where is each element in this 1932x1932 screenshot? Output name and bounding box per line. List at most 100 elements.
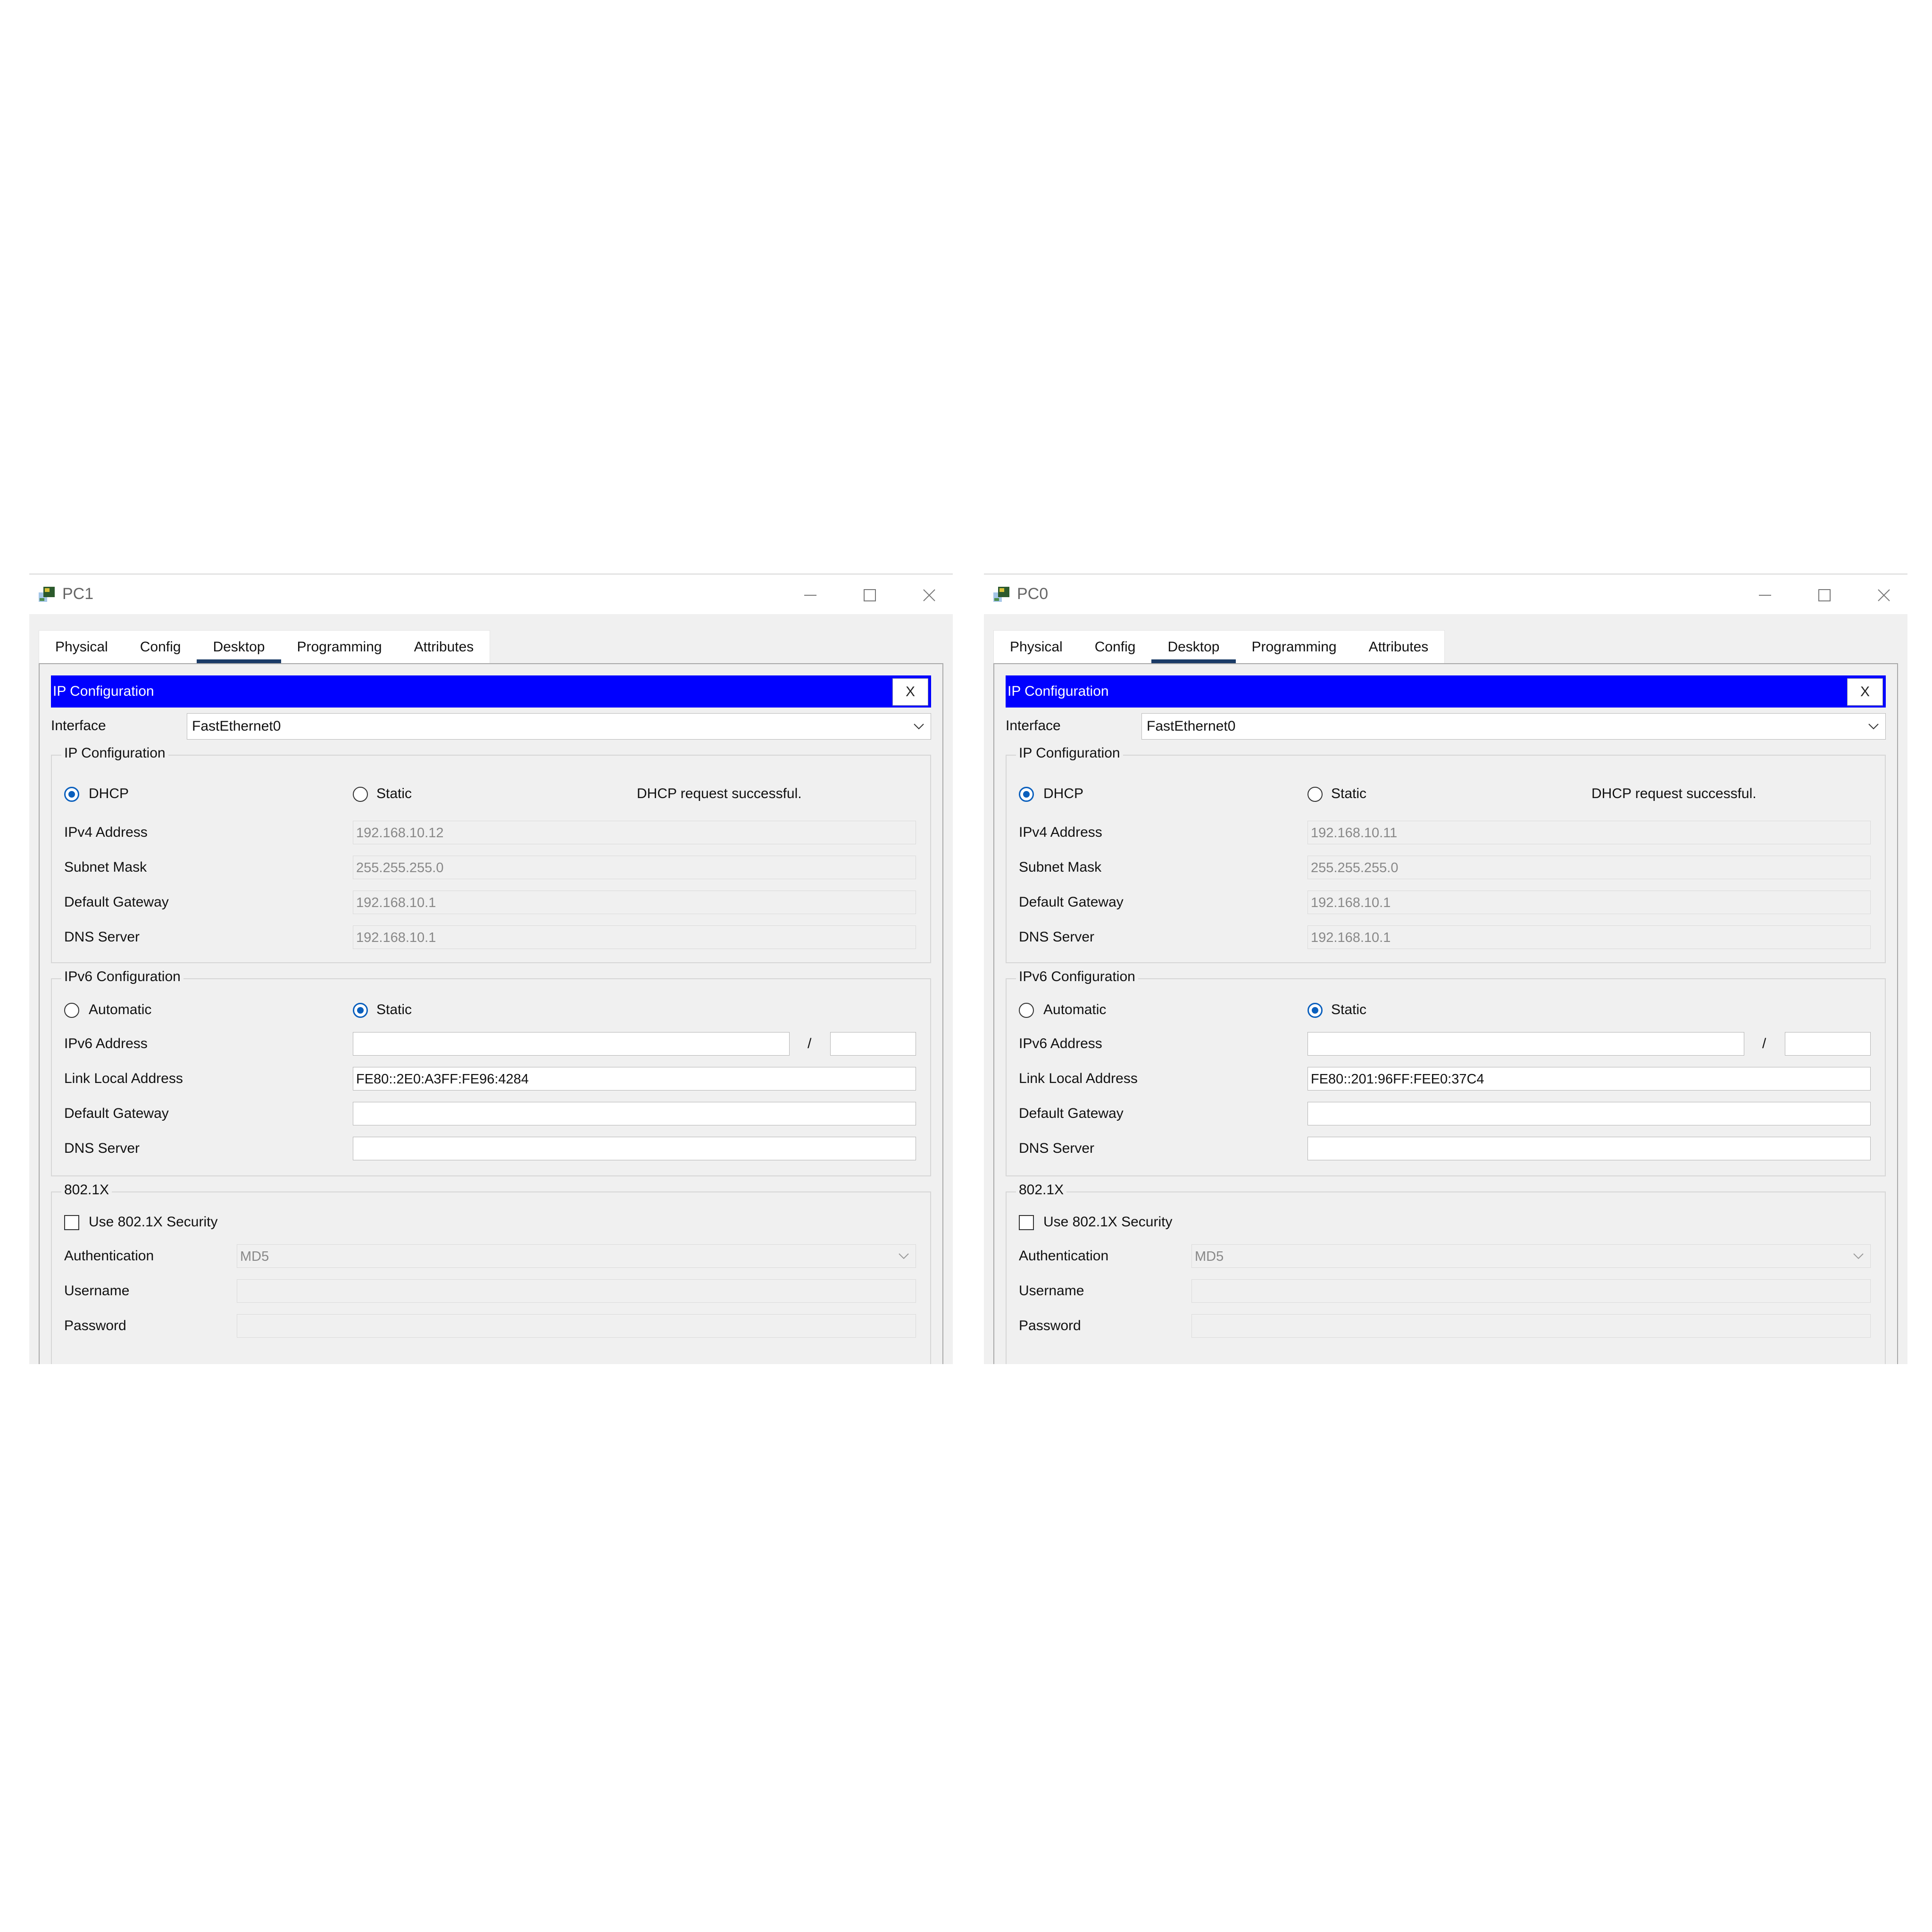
link-local-field[interactable]: FE80::2E0:A3FF:FE96:4284 bbox=[353, 1067, 916, 1091]
ipv6-address-field[interactable] bbox=[353, 1032, 790, 1056]
tab-attributes[interactable]: Attributes bbox=[398, 631, 490, 664]
ipv4-group-title: IP Configuration bbox=[1016, 745, 1123, 761]
interface-select[interactable]: FastEthernet0 bbox=[187, 713, 931, 740]
ip-config-header: IP Configuration X bbox=[1006, 675, 1886, 708]
window-title: PC1 bbox=[62, 585, 94, 603]
prefix-length-field[interactable] bbox=[830, 1032, 916, 1056]
chevron-down-icon bbox=[899, 1253, 909, 1259]
chevron-down-icon bbox=[1868, 724, 1879, 730]
dhcp-radio[interactable] bbox=[64, 787, 79, 802]
dns-server-value: 192.168.10.1 bbox=[356, 930, 436, 945]
password-field[interactable] bbox=[1191, 1314, 1871, 1338]
link-local-value: FE80::2E0:A3FF:FE96:4284 bbox=[356, 1072, 529, 1087]
ip-config-header: IP Configuration X bbox=[51, 675, 931, 708]
ipv6-dns-field[interactable] bbox=[1307, 1137, 1871, 1160]
automatic-radio[interactable] bbox=[1019, 1003, 1034, 1018]
ipv4-address-value: 192.168.10.12 bbox=[356, 825, 444, 841]
authentication-select[interactable]: MD5 bbox=[1191, 1244, 1871, 1268]
ipv6-address-field[interactable] bbox=[1307, 1032, 1744, 1056]
password-field[interactable] bbox=[237, 1314, 916, 1338]
automatic-label: Automatic bbox=[1043, 1002, 1107, 1017]
minimize-icon bbox=[1759, 595, 1771, 596]
link-local-label: Link Local Address bbox=[1019, 1071, 1138, 1086]
ipv4-address-value: 192.168.10.11 bbox=[1311, 825, 1398, 841]
minimize-icon bbox=[804, 595, 816, 596]
maximize-button[interactable] bbox=[1810, 581, 1839, 609]
minimize-button[interactable] bbox=[1751, 581, 1779, 609]
use-8021x-label: Use 802.1X Security bbox=[89, 1214, 218, 1230]
chevron-down-icon bbox=[1853, 1253, 1864, 1259]
ipv6-dns-field[interactable] bbox=[353, 1137, 916, 1160]
static-label: Static bbox=[376, 786, 412, 801]
window-body: Physical Config Desktop Programming Attr… bbox=[984, 614, 1907, 1364]
ipv6-group-title: IPv6 Configuration bbox=[1016, 969, 1138, 985]
ipv6-static-radio[interactable] bbox=[1307, 1003, 1323, 1018]
interface-select[interactable]: FastEthernet0 bbox=[1141, 713, 1886, 740]
dhcp-status: DHCP request successful. bbox=[637, 786, 802, 801]
prefix-separator: / bbox=[1762, 1036, 1766, 1051]
prefix-separator: / bbox=[808, 1036, 812, 1051]
dot1x-group: 802.1X Use 802.1X Security Authenticatio… bbox=[51, 1182, 931, 1364]
subnet-mask-field[interactable]: 255.255.255.0 bbox=[1307, 856, 1871, 879]
tab-desktop[interactable]: Desktop bbox=[197, 631, 281, 664]
window-body: Physical Config Desktop Programming Attr… bbox=[29, 614, 953, 1364]
static-radio[interactable] bbox=[1307, 787, 1323, 802]
default-gateway-field[interactable]: 192.168.10.1 bbox=[353, 891, 916, 914]
ipv6-dns-label: DNS Server bbox=[1019, 1141, 1095, 1156]
subnet-mask-field[interactable]: 255.255.255.0 bbox=[353, 856, 916, 879]
default-gateway-value: 192.168.10.1 bbox=[1311, 895, 1391, 910]
ipv6-static-radio[interactable] bbox=[353, 1003, 368, 1018]
tab-programming[interactable]: Programming bbox=[1236, 631, 1353, 664]
dot1x-group-title: 802.1X bbox=[1016, 1182, 1067, 1198]
prefix-length-field[interactable] bbox=[1785, 1032, 1871, 1056]
close-button[interactable] bbox=[1870, 581, 1898, 609]
minimize-button[interactable] bbox=[796, 581, 824, 609]
use-8021x-checkbox[interactable] bbox=[64, 1215, 79, 1230]
dhcp-status: DHCP request successful. bbox=[1591, 786, 1757, 801]
tab-physical[interactable]: Physical bbox=[994, 631, 1079, 664]
ipv6-group-title: IPv6 Configuration bbox=[61, 969, 183, 985]
panel-close-button[interactable]: X bbox=[1847, 678, 1883, 706]
dns-server-field[interactable]: 192.168.10.1 bbox=[1307, 925, 1871, 949]
ipv4-address-field[interactable]: 192.168.10.12 bbox=[353, 821, 916, 844]
authentication-select[interactable]: MD5 bbox=[237, 1244, 916, 1268]
tab-config[interactable]: Config bbox=[124, 631, 197, 664]
maximize-button[interactable] bbox=[856, 581, 884, 609]
automatic-radio[interactable] bbox=[64, 1003, 79, 1018]
use-8021x-checkbox[interactable] bbox=[1019, 1215, 1034, 1230]
title-bar[interactable]: PC0 bbox=[984, 574, 1907, 615]
panel-close-button[interactable]: X bbox=[892, 678, 928, 706]
title-bar[interactable]: PC1 bbox=[29, 574, 953, 615]
tab-physical[interactable]: Physical bbox=[39, 631, 124, 664]
dns-server-field[interactable]: 192.168.10.1 bbox=[353, 925, 916, 949]
dns-server-label: DNS Server bbox=[64, 929, 140, 945]
username-field[interactable] bbox=[237, 1279, 916, 1303]
ipv6-gateway-field[interactable] bbox=[353, 1102, 916, 1125]
tab-config[interactable]: Config bbox=[1079, 631, 1152, 664]
static-radio[interactable] bbox=[353, 787, 368, 802]
close-icon bbox=[923, 589, 935, 601]
username-label: Username bbox=[64, 1283, 130, 1299]
dhcp-label: DHCP bbox=[1043, 786, 1084, 801]
username-field[interactable] bbox=[1191, 1279, 1871, 1303]
packet-tracer-pc-icon bbox=[39, 587, 55, 602]
close-button[interactable] bbox=[915, 581, 943, 609]
ipv4-address-field[interactable]: 192.168.10.11 bbox=[1307, 821, 1871, 844]
password-label: Password bbox=[64, 1318, 126, 1333]
interface-label: Interface bbox=[51, 718, 106, 733]
ipv4-config-group: IP Configuration DHCP Static DHCP reques… bbox=[1006, 745, 1886, 963]
tab-attributes[interactable]: Attributes bbox=[1353, 631, 1445, 664]
maximize-icon bbox=[864, 589, 876, 601]
ipv6-address-label: IPv6 Address bbox=[64, 1036, 148, 1051]
desktop-content: IP Configuration X Interface FastEtherne… bbox=[39, 663, 943, 1364]
ipv6-gateway-field[interactable] bbox=[1307, 1102, 1871, 1125]
tab-desktop[interactable]: Desktop bbox=[1151, 631, 1236, 664]
interface-value: FastEthernet0 bbox=[192, 718, 281, 734]
dhcp-radio[interactable] bbox=[1019, 787, 1034, 802]
tab-programming[interactable]: Programming bbox=[281, 631, 398, 664]
default-gateway-field[interactable]: 192.168.10.1 bbox=[1307, 891, 1871, 914]
interface-label: Interface bbox=[1006, 718, 1061, 733]
link-local-field[interactable]: FE80::201:96FF:FEE0:37C4 bbox=[1307, 1067, 1871, 1091]
static-label: Static bbox=[1331, 786, 1367, 801]
subnet-mask-value: 255.255.255.0 bbox=[1311, 860, 1399, 875]
